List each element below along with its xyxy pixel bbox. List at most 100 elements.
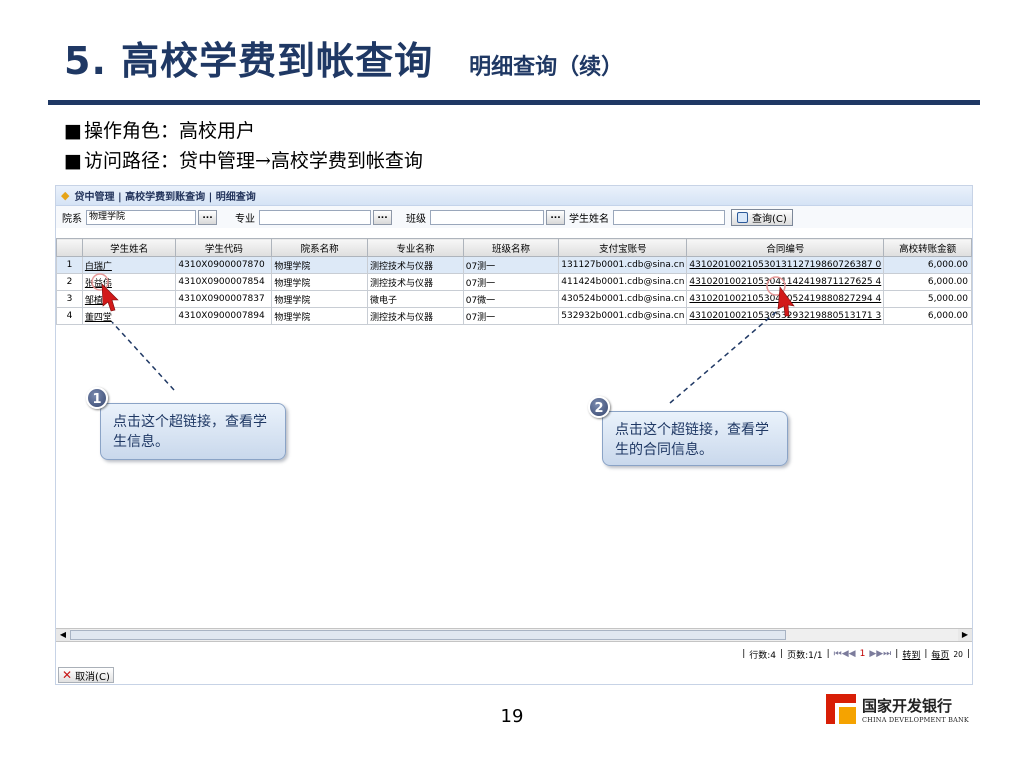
student-code-cell: 4310X0900007870 [175,256,273,274]
class-cell: 07微一 [462,290,560,308]
slide-subtitle: 明细查询（续） [469,55,624,80]
logo-cn-text: 国家开发银行 [862,696,953,715]
student-name-link[interactable]: 白瑞广 [85,262,112,272]
cancel-button-label: 取消(C) [75,671,110,683]
column-header[interactable]: 专业名称 [366,238,464,257]
diamond-icon: ◆ [61,189,70,202]
amount-cell: 6,000.00 [883,307,972,325]
major-picker-button[interactable]: ... [373,209,392,225]
contract-link[interactable]: 43102010021053053293219880513171 3 [689,311,881,321]
close-icon: ✕ [62,668,73,682]
column-header[interactable]: 支付宝账号 [558,238,688,257]
class-label: 班级 [406,213,426,225]
breadcrumb-text: 贷中管理 | 高校学费到账查询 | 明细查询 [74,192,256,203]
results-table: 学生姓名 学生代码 院系名称 专业名称 班级名称 支付宝账号 合同编号 高校转账… [56,238,972,325]
bullet-text: 操作角色：高校用户 [84,120,256,142]
class-picker-button[interactable]: ... [546,209,565,225]
contract-link[interactable]: 43102010021053041142419871127625 4 [689,277,881,287]
alipay-cell: 532932b0001.cdb@sina.cn [558,307,688,325]
cancel-button[interactable]: ✕ 取消(C) [58,667,114,683]
pagination-bar: | 行数:4 | 页数:1/1 | ⏮◀◀ 1 ▶▶⏭ | 转到 | 每页 20… [742,646,970,662]
slide-title-main: 5. 高校学费到帐查询 [64,39,434,83]
table-row[interactable]: 1 白瑞广 4310X0900007870 物理学院 测控技术与仪器 07测一 … [56,256,972,274]
class-cell: 07测一 [462,273,560,291]
bullet-role: ■ 操作角色：高校用户 [64,116,423,146]
student-name-link[interactable]: 邹植 [85,296,103,306]
per-page-value[interactable]: 20 [953,650,963,659]
dept-label: 院系 [62,213,82,225]
student-code-cell: 4310X0900007837 [175,290,273,308]
pager-separator: | [826,649,830,659]
table-row[interactable]: 3 邹植 4310X0900007837 物理学院 微电子 07微一 43052… [56,290,972,308]
dept-input[interactable]: 物理学院 [86,209,196,225]
major-input[interactable] [259,209,371,225]
bank-logo: 国家开发银行 CHINA DEVELOPMENT BANK [826,694,969,724]
class-input[interactable] [430,209,544,225]
dept-cell: 物理学院 [271,256,368,274]
contract-cell: 43102010021053013112719860726387 0 [686,256,885,274]
alipay-cell: 430524b0001.cdb@sina.cn [558,290,688,308]
column-header[interactable]: 学生姓名 [81,238,177,257]
column-header [56,238,83,257]
contract-link[interactable]: 43102010021053013112719860726387 0 [689,260,881,270]
student-name-link[interactable]: 董四堂 [85,313,112,323]
search-icon [737,211,748,223]
dept-picker-button[interactable]: ... [198,209,217,225]
callout-text: 点击这个超链接，查看学生信息。 [113,414,267,450]
amount-cell: 6,000.00 [883,273,972,291]
horizontal-scrollbar[interactable]: ◀ ▶ [56,628,972,642]
class-cell: 07测一 [462,307,560,325]
callout-badge: 2 [588,396,610,418]
dept-cell: 物理学院 [271,307,368,325]
breadcrumb: ◆ 贷中管理 | 高校学费到账查询 | 明细查询 [56,186,972,206]
logo-text: 国家开发银行 CHINA DEVELOPMENT BANK [862,695,969,724]
bullet-marker: ■ [64,150,82,172]
callout-student-info: 点击这个超链接，查看学生信息。 [100,403,286,460]
major-cell: 测控技术与仪器 [366,256,464,274]
major-cell: 微电子 [366,290,464,308]
row-number: 3 [56,290,83,308]
row-number: 4 [56,307,83,325]
column-header[interactable]: 高校转账金额 [883,238,972,257]
student-code-cell: 4310X0900007854 [175,273,273,291]
dept-cell: 物理学院 [271,290,368,308]
row-count: 行数:4 [749,650,777,661]
logo-en-text: CHINA DEVELOPMENT BANK [862,715,969,724]
query-button[interactable]: 查询(C) [731,208,793,226]
column-header[interactable]: 院系名称 [271,238,368,257]
pager-separator: | [742,649,746,659]
column-header[interactable]: 班级名称 [462,238,560,257]
class-cell: 07测一 [462,256,560,274]
scrollbar-thumb[interactable] [70,630,786,640]
first-prev-page-icon[interactable]: ⏮◀◀ [834,649,856,659]
table-row[interactable]: 4 董四堂 4310X0900007894 物理学院 测控技术与仪器 07测一 … [56,307,972,325]
contract-link[interactable]: 43102010021053043052419880827294 4 [689,294,881,304]
slide-title: 5. 高校学费到帐查询 明细查询（续） [64,30,623,90]
per-page-label[interactable]: 每页 [931,648,949,661]
next-last-page-icon[interactable]: ▶▶⏭ [869,649,891,659]
bullet-text: 访问路径：贷中管理→高校学费到帐查询 [84,150,423,172]
amount-cell: 5,000.00 [883,290,972,308]
table-row[interactable]: 2 张益伟 4310X0900007854 物理学院 测控技术与仪器 07测一 … [56,273,972,291]
name-input[interactable] [613,209,725,225]
student-name-link[interactable]: 张益伟 [85,279,112,289]
callout-badge: 1 [86,387,108,409]
scroll-left-icon[interactable]: ◀ [56,629,70,641]
column-header[interactable]: 学生代码 [175,238,273,257]
row-number: 2 [56,273,83,291]
student-name-cell: 董四堂 [81,307,177,325]
student-code-cell: 4310X0900007894 [175,307,273,325]
bullet-path: ■ 访问路径：贷中管理→高校学费到帐查询 [64,146,423,176]
table-header-row: 学生姓名 学生代码 院系名称 专业名称 班级名称 支付宝账号 合同编号 高校转账… [56,238,972,257]
title-divider [48,100,980,105]
student-name-cell: 张益伟 [81,273,177,291]
contract-cell: 43102010021053043052419880827294 4 [686,290,885,308]
column-header[interactable]: 合同编号 [686,238,885,257]
scroll-right-icon[interactable]: ▶ [958,629,972,641]
alipay-cell: 131127b0001.cdb@sina.cn [558,256,688,274]
cdb-logo-icon [826,694,856,724]
contract-cell: 43102010021053053293219880513171 3 [686,307,885,325]
filter-bar: 院系 物理学院 ... 专业 ... 班级 ... 学生姓名 查询(C) [56,206,972,228]
goto-page-link[interactable]: 转到 [902,648,920,661]
row-number: 1 [56,256,83,274]
